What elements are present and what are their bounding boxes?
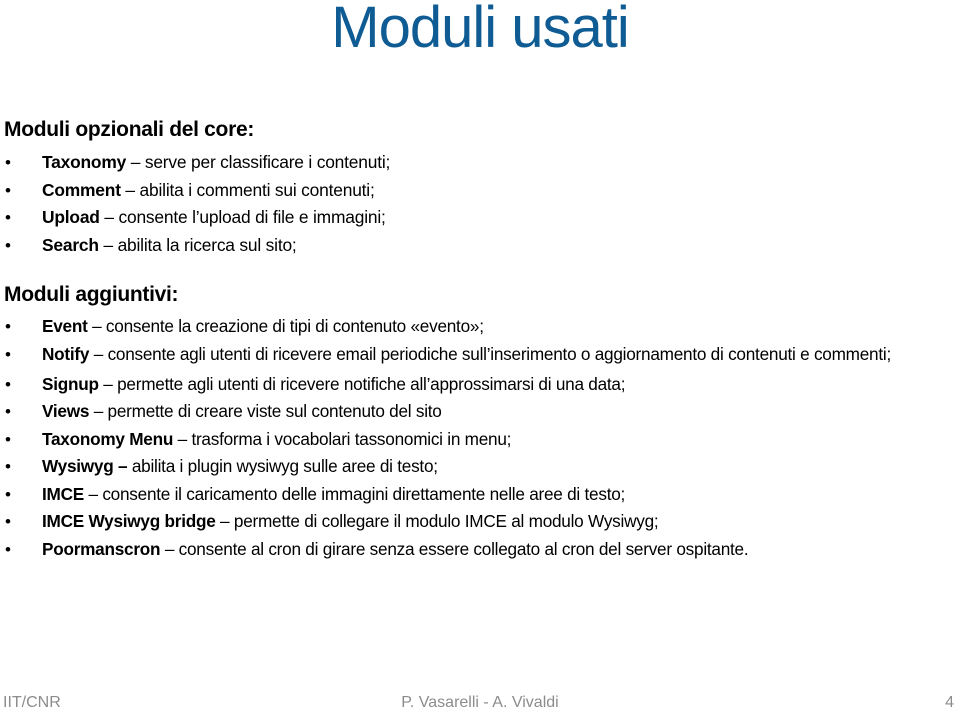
- core-modules-list: • Taxonomy – serve per classificare i con…: [0, 149, 390, 259]
- module-name: Wysiwyg –: [42, 456, 128, 476]
- page-number: 4: [945, 694, 954, 711]
- footer-authors: P. Vasarelli - A. Vivaldi: [401, 694, 559, 711]
- separator: –: [215, 511, 234, 531]
- separator: –: [160, 538, 179, 559]
- section-heading-additional: Moduli aggiuntivi:: [4, 283, 179, 306]
- module-description: consente l’upload di file e immagini;: [118, 207, 386, 227]
- module-name: Views: [42, 401, 90, 421]
- section-heading-core: Moduli opzionali del core:: [4, 118, 255, 141]
- module-name: Search: [42, 234, 99, 255]
- bullet-icon: •: [5, 484, 11, 504]
- separator: –: [173, 428, 192, 449]
- bullet-icon: •: [5, 208, 11, 227]
- module-description: abilita la ricerca sul sito;: [117, 234, 297, 255]
- list-item: • Taxonomy Menu – trasforma i vocabolari …: [0, 426, 912, 454]
- list-item: • Search – abilita la ricerca sul sito;: [0, 232, 390, 260]
- bullet-icon: •: [5, 235, 11, 255]
- bullet-icon: •: [5, 180, 11, 200]
- separator: –: [83, 483, 103, 504]
- module-description: consente il caricamento delle immagini d…: [102, 483, 626, 504]
- separator: –: [126, 152, 145, 172]
- list-item: • Notify – consente agli utenti di riceve…: [0, 341, 912, 371]
- module-name: Upload: [42, 207, 100, 227]
- module-name: Poormanscron: [42, 538, 161, 559]
- list-item: • Event – consente la creazione di tipi d…: [0, 313, 912, 341]
- bullet-icon: •: [5, 457, 11, 476]
- bullet-icon: •: [5, 429, 11, 449]
- bullet-icon: •: [5, 402, 11, 421]
- separator: –: [98, 234, 118, 255]
- separator: –: [98, 373, 118, 394]
- bullet-icon: •: [5, 153, 11, 172]
- list-item: • Wysiwyg – abilita i plugin wysiwyg sull…: [0, 453, 912, 481]
- list-item: • IMCE Wysiwyg bridge – permette di colle…: [0, 508, 912, 536]
- bullet-icon: •: [5, 539, 11, 559]
- module-description: permette agli utenti di ricevere notific…: [117, 373, 626, 394]
- module-name: Notify: [42, 343, 90, 364]
- module-name: Signup: [42, 373, 99, 394]
- separator: –: [87, 316, 106, 336]
- list-item: • Comment – abilita i commenti sui conten…: [0, 177, 390, 205]
- module-name: IMCE: [42, 483, 84, 504]
- bullet-icon: •: [5, 344, 11, 364]
- module-description: abilita i plugin wysiwyg sulle aree di t…: [131, 456, 438, 476]
- separator: –: [89, 343, 108, 364]
- module-description: permette di collegare il modulo IMCE al …: [233, 511, 659, 531]
- separator: –: [99, 207, 119, 227]
- module-description: consente agli utenti di ricevere email p…: [107, 343, 892, 364]
- module-description: consente al cron di girare senza essere …: [178, 538, 749, 559]
- module-name: Taxonomy: [42, 152, 127, 172]
- module-description: serve per classificare i contenuti;: [144, 152, 391, 172]
- list-item: • Poormanscron – consente al cron di gira…: [0, 536, 912, 564]
- list-item: • Upload – consente l’upload di file e im…: [0, 204, 390, 232]
- additional-modules-list: • Event – consente la creazione di tipi d…: [0, 313, 912, 563]
- module-name: Taxonomy Menu: [42, 428, 174, 449]
- module-description: consente la creazione di tipi di contenu…: [105, 316, 484, 336]
- module-name: Event: [42, 316, 88, 336]
- bullet-icon: •: [5, 512, 11, 531]
- module-description: trasforma i vocabolari tassonomici in me…: [191, 428, 512, 449]
- list-item: • Taxonomy – serve per classificare i con…: [0, 149, 390, 177]
- module-description: permette di creare viste sul contenuto d…: [107, 401, 442, 421]
- bullet-icon: •: [5, 374, 11, 394]
- module-name: IMCE Wysiwyg bridge: [42, 511, 216, 531]
- separator: –: [120, 179, 140, 200]
- list-item: • Signup – permette agli utenti di riceve…: [0, 371, 912, 399]
- slide-title: Moduli usati: [331, 0, 629, 60]
- list-item: • Views – permette di creare viste sul co…: [0, 398, 912, 426]
- bullet-icon: •: [5, 317, 11, 336]
- module-description: abilita i commenti sui contenuti;: [139, 179, 375, 200]
- module-name: Comment: [42, 179, 121, 200]
- list-item: • IMCE – consente il caricamento delle im…: [0, 481, 912, 509]
- separator: –: [89, 401, 108, 421]
